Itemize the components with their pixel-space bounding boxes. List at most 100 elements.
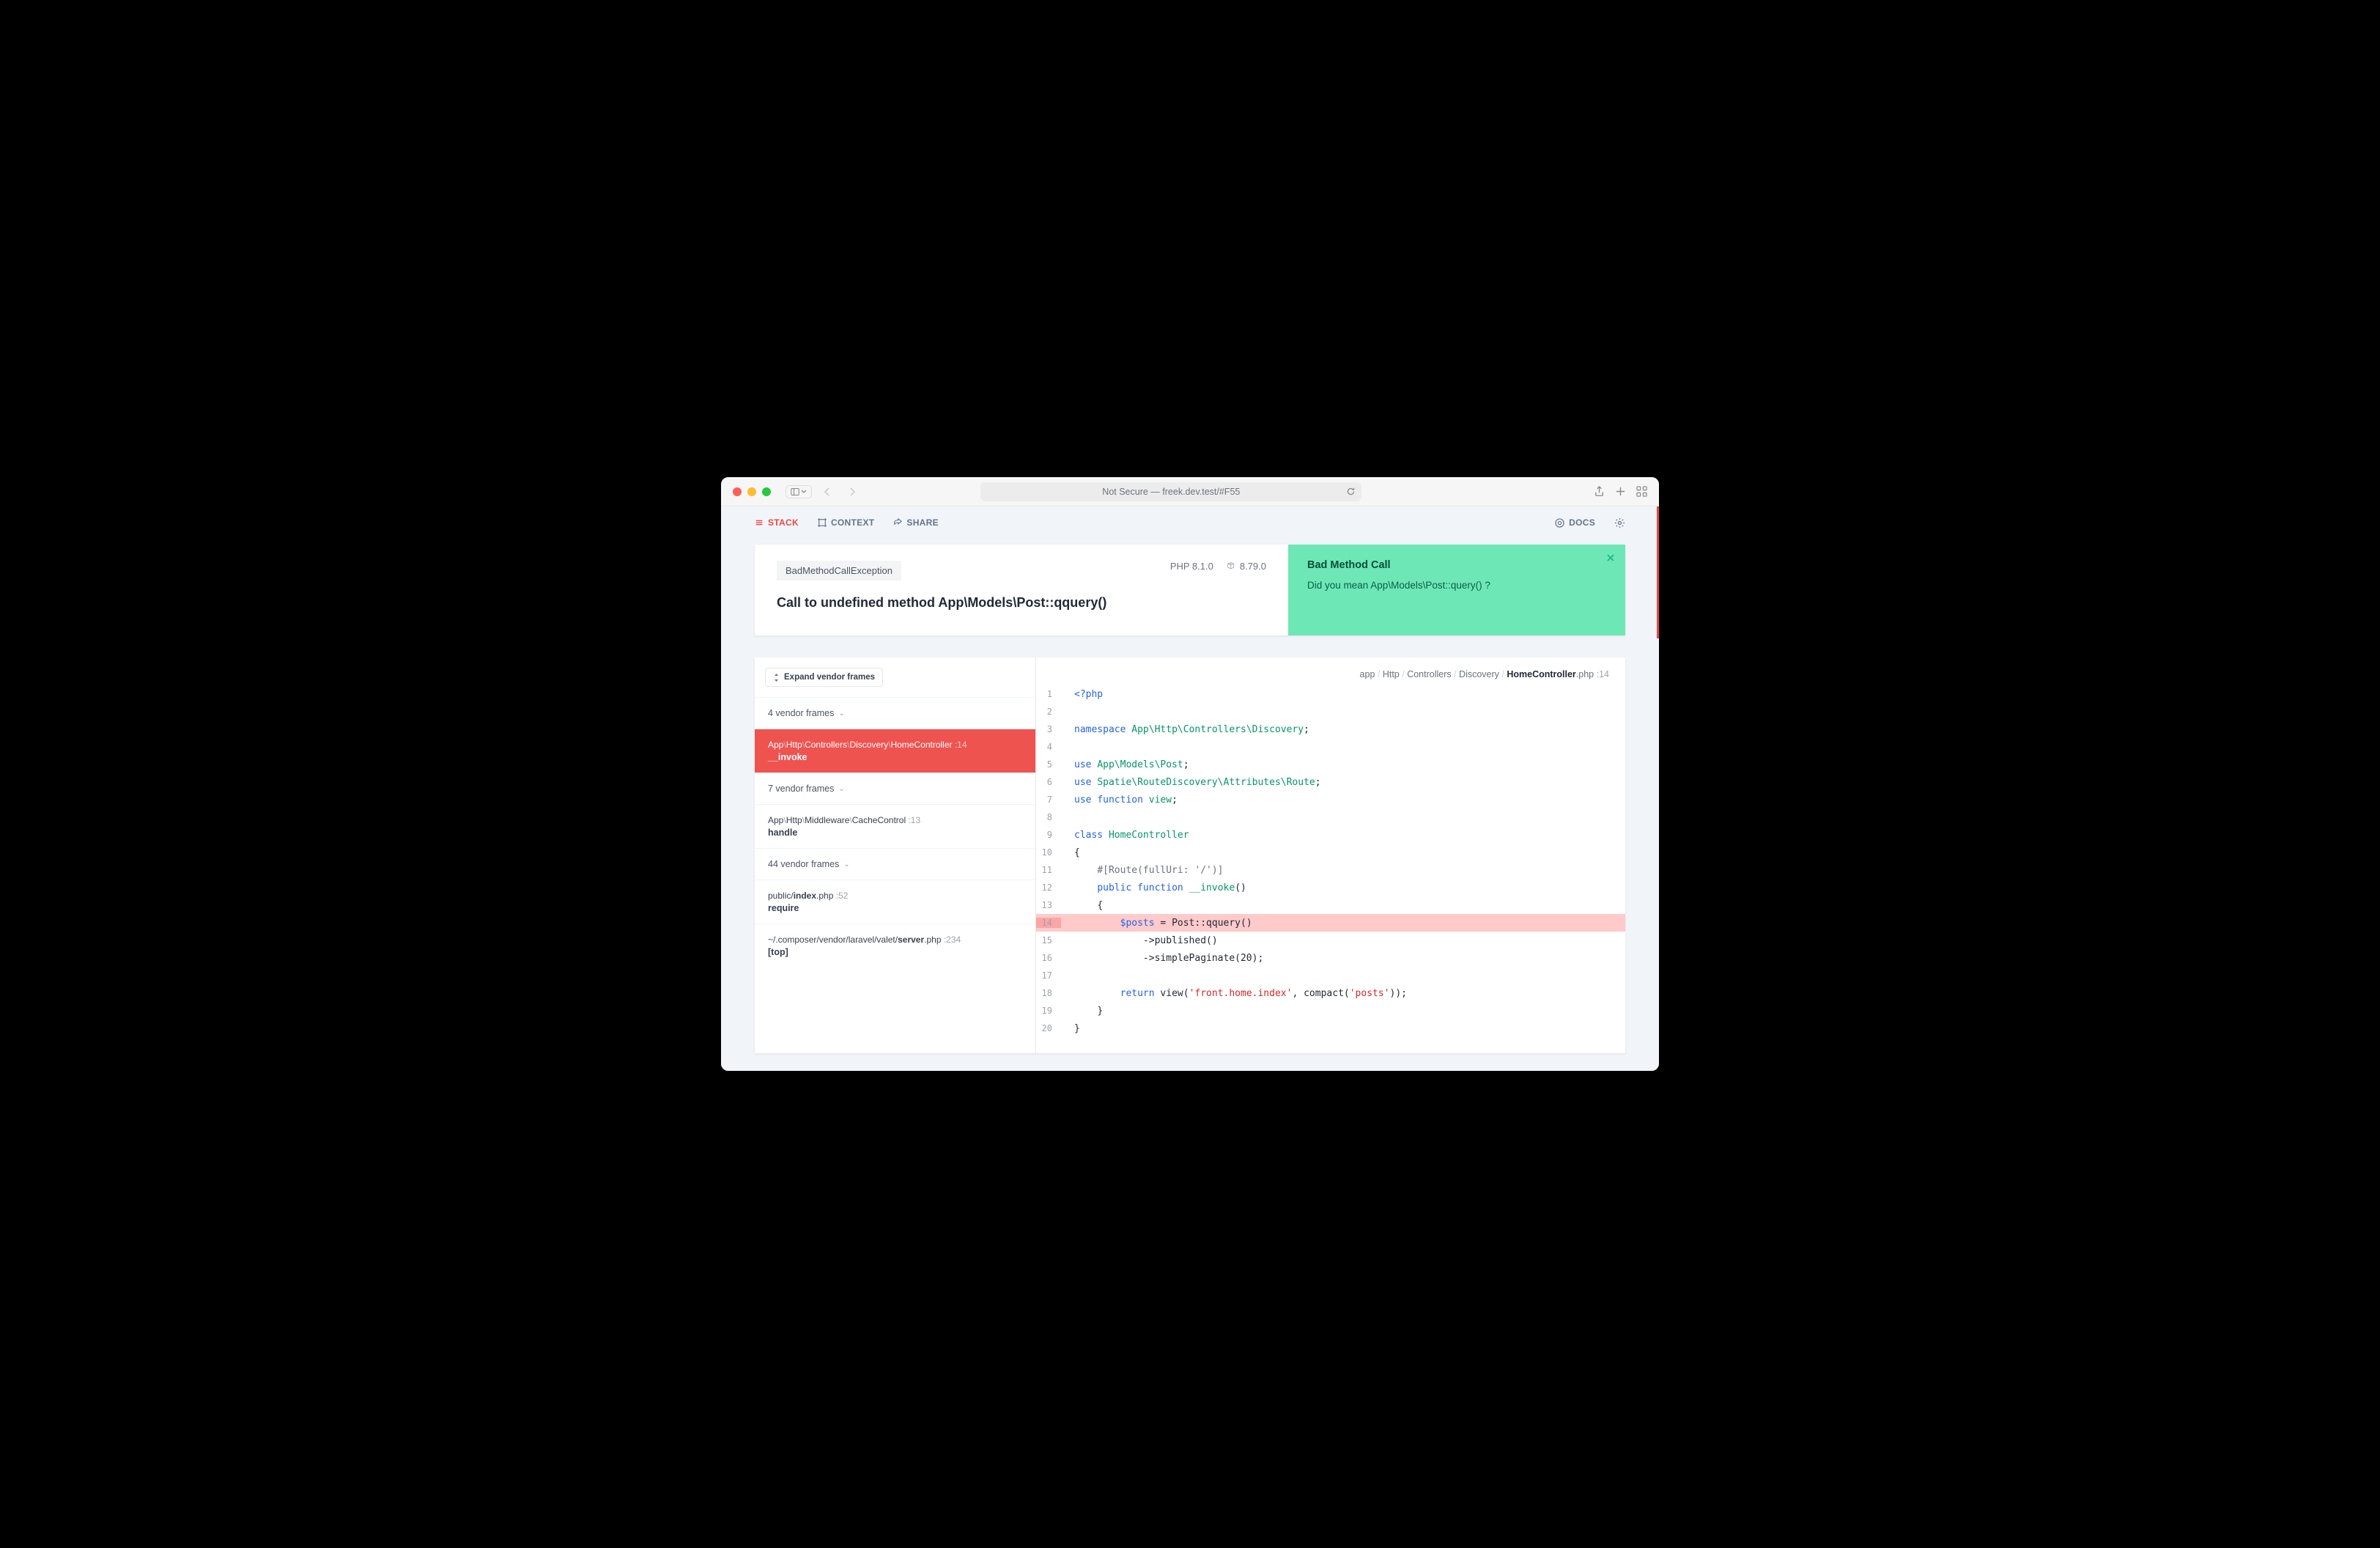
docs-link[interactable]: DOCS [1555,517,1595,528]
solution-card: Bad Method Call Did you mean App\Models\… [1288,545,1625,635]
address-bar[interactable]: Not Secure — freek.dev.test/#F55 [980,482,1361,501]
fullscreen-window-button[interactable] [762,487,771,496]
exception-summary: PHP 8.1.0 8.79.0 BadMethodCallException … [755,545,1288,635]
code-line: 17 [1036,967,1625,984]
version-meta: PHP 8.1.0 8.79.0 [1170,561,1266,572]
vendor-frame-group[interactable]: 7 vendor frames ⌄ [755,773,1035,804]
stack-frames-sidebar: Expand vendor frames 4 vendor frames ⌄Ap… [755,657,1036,1053]
line-number: 9 [1036,830,1061,840]
tab-share[interactable]: SHARE [893,517,939,528]
line-number: 16 [1036,953,1061,963]
close-window-button[interactable] [733,487,742,496]
docs-label: DOCS [1569,517,1595,528]
tab-stack-label: STACK [768,517,799,528]
code-line: 13 { [1036,896,1625,914]
exception-card: PHP 8.1.0 8.79.0 BadMethodCallException … [755,545,1625,635]
back-button[interactable] [818,484,837,500]
chevron-down-icon: ⌄ [838,710,844,718]
chevron-down-icon: ⌄ [838,785,844,793]
line-number: 17 [1036,970,1061,981]
grid-icon [1636,486,1647,497]
forward-button[interactable] [843,484,862,500]
code-line: 18 return view('front.home.index', compa… [1036,984,1625,1002]
chevron-down-icon: ⌄ [843,860,849,869]
tab-context-label: CONTEXT [831,517,874,528]
vendor-frame-group[interactable]: 4 vendor frames ⌄ [755,697,1035,729]
stack-frame[interactable]: App\Http\Controllers\Discovery\HomeContr… [755,729,1035,773]
code-line: 16 ->simplePaginate(20); [1036,949,1625,967]
stack-icon [755,518,764,527]
line-number: 15 [1036,935,1061,946]
line-number: 5 [1036,759,1061,770]
php-version: PHP 8.1.0 [1170,561,1213,572]
line-number: 13 [1036,900,1061,910]
line-number: 12 [1036,882,1061,893]
chevron-left-icon [823,487,832,496]
code-line: 2 [1036,703,1625,720]
line-number: 4 [1036,742,1061,752]
minimize-window-button[interactable] [747,487,756,496]
stack-frame[interactable]: ~/.composer/vendor/laravel/valet/server.… [755,924,1035,968]
titlebar-right [1594,486,1647,497]
line-number: 2 [1036,707,1061,717]
code-line: 3namespace App\Http\Controllers\Discover… [1036,720,1625,738]
browser-window: Not Secure — freek.dev.test/#F55 STACK [721,477,1659,1071]
code-file-line: 14 [1599,669,1609,679]
share-arrow-icon [893,518,902,527]
code-line: 12 public function __invoke() [1036,879,1625,896]
code-line: 11 #[Route(fullUri: '/')] [1036,861,1625,879]
code-line: 1<?php [1036,685,1625,703]
close-icon [1606,553,1615,562]
line-number: 6 [1036,777,1061,787]
new-tab-button[interactable] [1615,486,1626,497]
vendor-frame-group[interactable]: 44 vendor frames ⌄ [755,848,1035,880]
reload-icon [1346,487,1356,496]
settings-button[interactable] [1614,517,1625,528]
line-number: 7 [1036,795,1061,805]
code-file-name: HomeController [1507,669,1575,679]
laravel-version: 8.79.0 [1227,561,1266,572]
stack-frame[interactable]: App\Http\Middleware\CacheControl :13hand… [755,804,1035,848]
line-number: 3 [1036,724,1061,734]
exception-message: Call to undefined method App\Models\Post… [777,595,1266,611]
code-line: 7use function view; [1036,791,1625,808]
code-line: 15 ->published() [1036,932,1625,949]
chevron-right-icon [848,487,857,496]
expand-vendor-frames-button[interactable]: Expand vendor frames [765,668,883,687]
close-solution-button[interactable] [1606,553,1615,562]
stack-frame[interactable]: public/index.php :52require [755,880,1035,924]
frame-icon [818,518,827,527]
code-viewer: app / Http / Controllers / Discovery / H… [1036,657,1625,1053]
code-line: 10{ [1036,844,1625,861]
tab-stack[interactable]: STACK [755,517,799,528]
sidebar-icon [791,487,799,496]
line-number: 8 [1036,812,1061,822]
browser-titlebar: Not Secure — freek.dev.test/#F55 [721,477,1659,506]
code-line: 5use App\Models\Post; [1036,756,1625,773]
app-viewport: STACK CONTEXT SHARE DOCS PHP [721,506,1659,1071]
tab-share-label: SHARE [906,517,939,528]
code-line: 6use Spatie\RouteDiscovery\Attributes\Ro… [1036,773,1625,791]
address-text: Not Secure — freek.dev.test/#F55 [1102,487,1240,497]
code-lines: 1<?php 2 3namespace App\Http\Controllers\D… [1036,682,1625,1037]
sidebar-toggle-button[interactable] [786,485,812,498]
code-line: 20} [1036,1020,1625,1037]
plus-icon [1615,486,1626,497]
expand-icon [773,674,780,682]
share-button[interactable] [1594,486,1605,497]
line-number: 20 [1036,1023,1061,1033]
solution-title: Bad Method Call [1307,559,1606,571]
line-number: 18 [1036,988,1061,998]
laravel-icon [1227,561,1236,571]
expand-vendor-frames-label: Expand vendor frames [784,673,875,682]
traffic-lights [733,487,771,496]
stack-panel: Expand vendor frames 4 vendor frames ⌄Ap… [755,657,1625,1053]
exception-class-badge: BadMethodCallException [777,561,901,580]
share-icon [1594,486,1605,497]
line-number: 19 [1036,1006,1061,1016]
tabs-overview-button[interactable] [1636,486,1647,497]
code-line: 19 } [1036,1002,1625,1020]
line-number: 10 [1036,847,1061,858]
reload-button[interactable] [1346,487,1356,496]
tab-context[interactable]: CONTEXT [818,517,874,528]
